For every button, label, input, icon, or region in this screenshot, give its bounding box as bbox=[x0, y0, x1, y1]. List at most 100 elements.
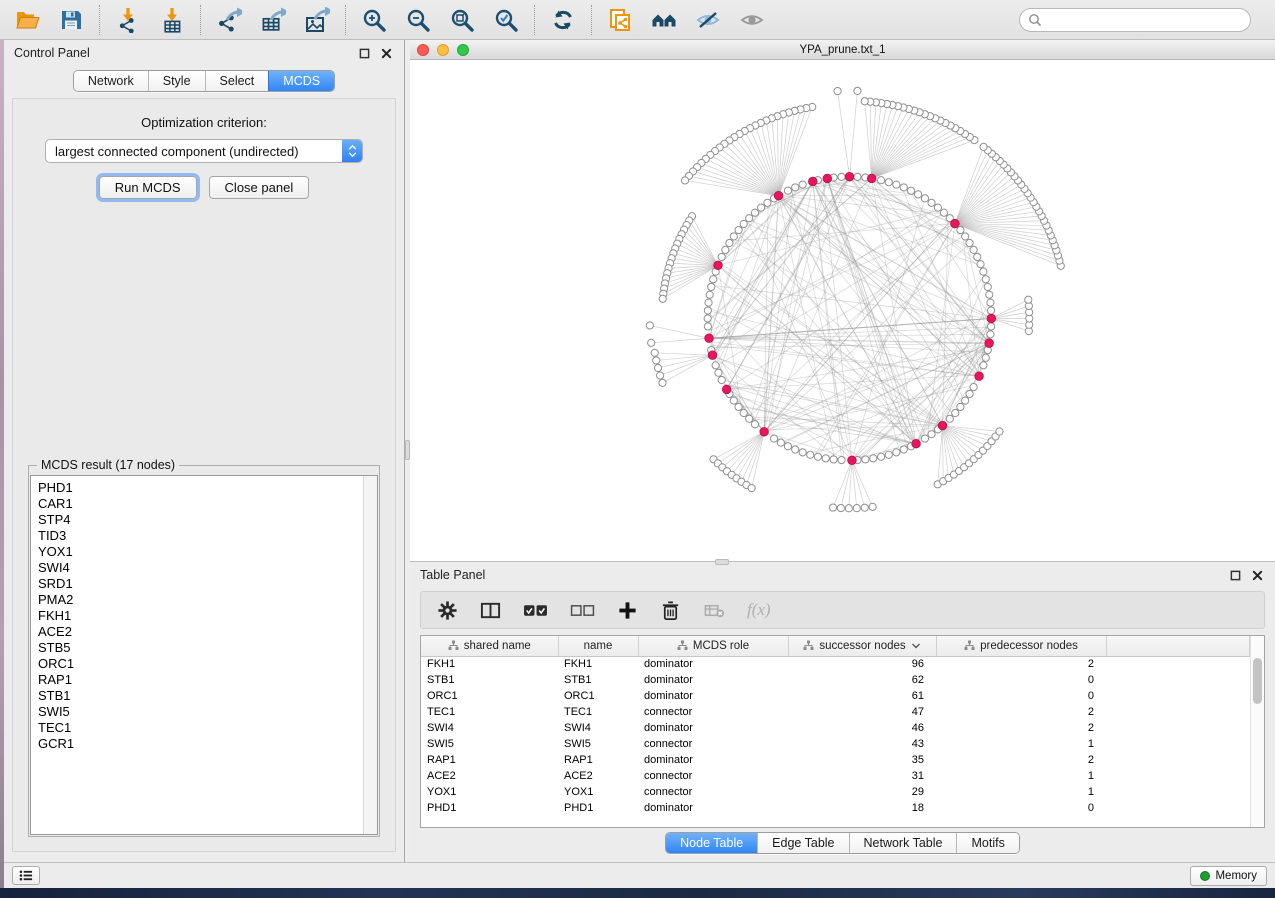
cell-successors[interactable]: 62 bbox=[788, 672, 936, 688]
network-node[interactable] bbox=[928, 199, 935, 206]
cell-mcds-role[interactable]: connector bbox=[638, 704, 788, 720]
network-node[interactable] bbox=[962, 233, 969, 240]
cell-filler[interactable] bbox=[1106, 736, 1250, 752]
network-node[interactable] bbox=[838, 457, 845, 464]
network-node[interactable] bbox=[770, 435, 777, 442]
mcds-result-item[interactable]: FKH1 bbox=[38, 608, 377, 624]
network-node[interactable] bbox=[735, 226, 742, 233]
mcds-result-item[interactable]: PHD1 bbox=[38, 480, 377, 496]
mcds-result-item[interactable]: STB5 bbox=[38, 640, 377, 656]
table-panel-float-icon[interactable] bbox=[1227, 567, 1243, 583]
mcds-hub-node[interactable] bbox=[867, 174, 876, 183]
export-table-icon[interactable] bbox=[258, 5, 288, 35]
cell-shared-name[interactable]: STB1 bbox=[421, 672, 558, 688]
cell-successors[interactable]: 96 bbox=[788, 656, 936, 672]
table-scrollbar[interactable] bbox=[1250, 636, 1264, 827]
table-panel-close-icon[interactable] bbox=[1249, 567, 1265, 583]
cell-name[interactable]: YOX1 bbox=[558, 784, 638, 800]
network-node[interactable] bbox=[715, 369, 722, 376]
mcds-result-item[interactable]: PMA2 bbox=[38, 592, 377, 608]
network-node[interactable] bbox=[854, 173, 861, 180]
network-node[interactable] bbox=[907, 187, 914, 194]
network-node[interactable] bbox=[837, 504, 844, 511]
network-node[interactable] bbox=[974, 253, 981, 260]
network-node[interactable] bbox=[740, 409, 747, 416]
table-row[interactable]: ORC1ORC1dominator610 bbox=[421, 688, 1250, 704]
optimization-criterion-select[interactable]: largest connected component (undirected) bbox=[45, 139, 363, 163]
column-header-name[interactable]: name bbox=[558, 636, 638, 656]
cell-shared-name[interactable]: YOX1 bbox=[421, 784, 558, 800]
network-node[interactable] bbox=[977, 261, 984, 268]
network-node[interactable] bbox=[885, 451, 892, 458]
network-node[interactable] bbox=[718, 376, 725, 383]
network-node[interactable] bbox=[987, 299, 994, 306]
network-node[interactable] bbox=[854, 87, 861, 94]
cell-shared-name[interactable]: SWI5 bbox=[421, 736, 558, 752]
mcds-hub-node[interactable] bbox=[705, 334, 714, 343]
network-node[interactable] bbox=[830, 456, 837, 463]
cell-mcds-role[interactable]: dominator bbox=[638, 800, 788, 816]
tab-select[interactable]: Select bbox=[205, 71, 269, 91]
mcds-hub-node[interactable] bbox=[845, 172, 854, 181]
cell-filler[interactable] bbox=[1106, 656, 1250, 672]
network-node[interactable] bbox=[996, 428, 1003, 435]
network-node[interactable] bbox=[659, 379, 666, 386]
network-node[interactable] bbox=[777, 439, 784, 446]
cell-successors[interactable]: 18 bbox=[788, 800, 936, 816]
control-panel-float-icon[interactable] bbox=[356, 45, 372, 61]
mcds-list-scrollbar[interactable] bbox=[363, 476, 377, 834]
tab-mcds[interactable]: MCDS bbox=[268, 71, 334, 91]
mcds-result-item[interactable]: ORC1 bbox=[38, 656, 377, 672]
network-node[interactable] bbox=[957, 226, 964, 233]
cell-shared-name[interactable]: FKH1 bbox=[421, 656, 558, 672]
tab-node-table[interactable]: Node Table bbox=[666, 833, 757, 853]
import-network-icon[interactable] bbox=[113, 5, 143, 35]
network-node[interactable] bbox=[982, 276, 989, 283]
cell-mcds-role[interactable]: dominator bbox=[638, 688, 788, 704]
mcds-result-item[interactable]: TEC1 bbox=[38, 720, 377, 736]
task-history-button[interactable] bbox=[12, 866, 40, 885]
network-node[interactable] bbox=[988, 323, 995, 330]
cell-predecessors[interactable]: 0 bbox=[936, 800, 1106, 816]
mcds-result-list[interactable]: PHD1CAR1STP4TID3YOX1SWI4SRD1PMA2FKH1ACE2… bbox=[30, 475, 378, 835]
cell-name[interactable]: RAP1 bbox=[558, 752, 638, 768]
cell-name[interactable]: SWI4 bbox=[558, 720, 638, 736]
network-canvas[interactable] bbox=[410, 60, 1275, 561]
mcds-result-item[interactable]: TID3 bbox=[38, 528, 377, 544]
table-row[interactable]: ACE2ACE2connector311 bbox=[421, 768, 1250, 784]
tab-edge-table[interactable]: Edge Table bbox=[757, 833, 848, 853]
window-close-icon[interactable] bbox=[417, 44, 429, 56]
cell-filler[interactable] bbox=[1106, 720, 1250, 736]
network-node[interactable] bbox=[952, 409, 959, 416]
network-node[interactable] bbox=[654, 364, 661, 371]
table-row[interactable]: SWI5SWI5connector431 bbox=[421, 736, 1250, 752]
mcds-result-item[interactable]: ACE2 bbox=[38, 624, 377, 640]
cell-predecessors[interactable]: 1 bbox=[936, 784, 1106, 800]
network-node[interactable] bbox=[980, 268, 987, 275]
save-session-icon[interactable] bbox=[56, 5, 86, 35]
mcds-result-item[interactable]: STP4 bbox=[38, 512, 377, 528]
mcds-hub-node[interactable] bbox=[760, 427, 769, 436]
cell-name[interactable]: PHD1 bbox=[558, 800, 638, 816]
network-node[interactable] bbox=[718, 253, 725, 260]
network-node[interactable] bbox=[712, 362, 719, 369]
zoom-selected-icon[interactable] bbox=[491, 5, 521, 35]
mcds-hub-node[interactable] bbox=[714, 261, 723, 270]
delete-column-icon[interactable] bbox=[660, 600, 681, 621]
network-node[interactable] bbox=[708, 283, 715, 290]
cell-name[interactable]: TEC1 bbox=[558, 704, 638, 720]
mcds-hub-node[interactable] bbox=[975, 372, 984, 381]
network-node[interactable] bbox=[730, 397, 737, 404]
network-node[interactable] bbox=[869, 503, 876, 510]
network-node[interactable] bbox=[710, 276, 717, 283]
network-node[interactable] bbox=[748, 484, 755, 491]
network-node[interactable] bbox=[957, 403, 964, 410]
table-row[interactable]: RAP1RAP1dominator352 bbox=[421, 752, 1250, 768]
network-node[interactable] bbox=[984, 283, 991, 290]
first-neighbors-icon[interactable] bbox=[649, 5, 679, 35]
network-node[interactable] bbox=[653, 357, 660, 364]
tab-network-table[interactable]: Network Table bbox=[849, 833, 957, 853]
delete-table-icon[interactable] bbox=[703, 600, 725, 621]
network-node[interactable] bbox=[735, 403, 742, 410]
network-node[interactable] bbox=[681, 177, 688, 184]
